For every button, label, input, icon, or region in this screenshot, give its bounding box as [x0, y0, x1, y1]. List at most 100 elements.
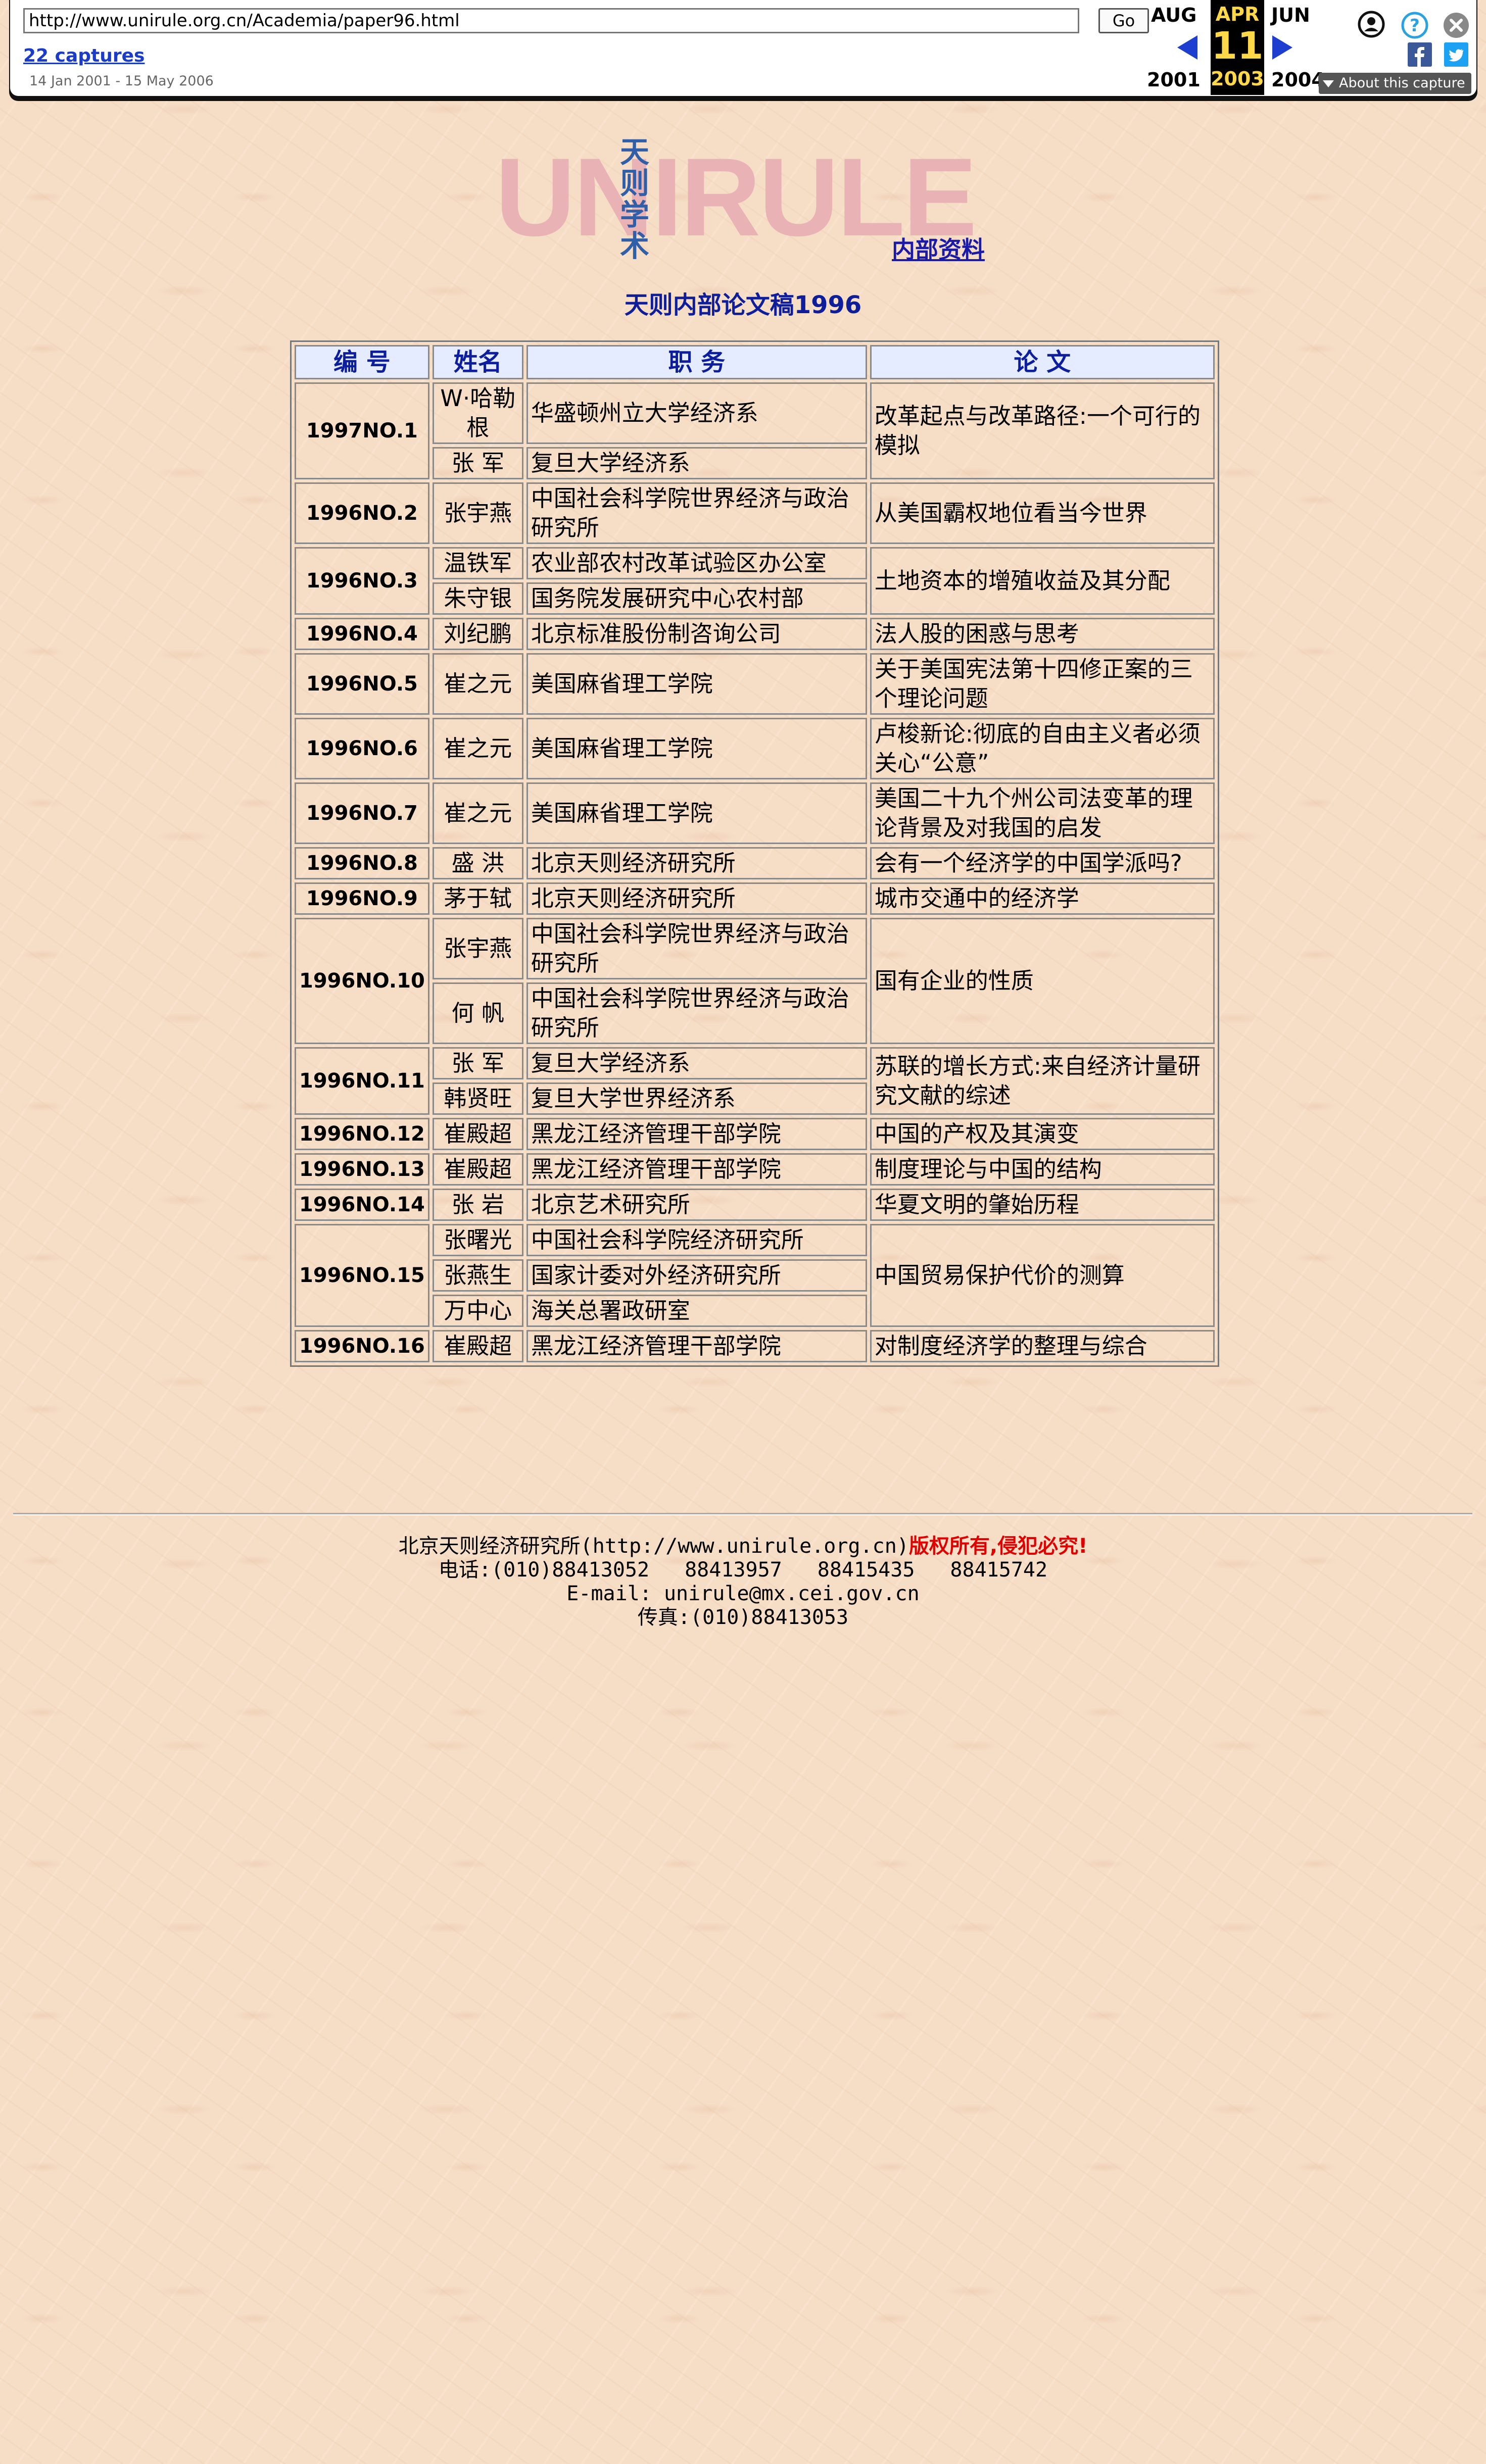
author-name: 崔殿超 [432, 1153, 523, 1186]
user-account-icon[interactable] [1357, 10, 1385, 38]
wayback-url-input[interactable] [23, 8, 1079, 33]
paper-number: 1996NO.3 [295, 547, 429, 615]
author-affiliation: 中国社会科学院经济研究所 [526, 1224, 867, 1256]
prev-year-label[interactable]: 2001 [1147, 69, 1201, 91]
author-name: 朱守银 [432, 582, 523, 615]
author-affiliation: 中国社会科学院世界经济与政治研究所 [526, 918, 867, 979]
table-row: 1996NO.5 崔之元 美国麻省理工学院 关于美国宪法第十四修正案的三个理论问题 [295, 653, 1215, 715]
author-name: 张宇燕 [432, 918, 523, 979]
twitter-share-icon[interactable] [1444, 42, 1468, 67]
header-affiliation: 职 务 [526, 345, 867, 379]
author-name: 温铁军 [432, 547, 523, 579]
chevron-down-icon [1323, 80, 1334, 87]
next-year-label[interactable]: 2004 [1271, 69, 1325, 91]
footer-phone: 88415742 [950, 1558, 1048, 1582]
author-affiliation: 北京天则经济研究所 [526, 847, 867, 879]
about-capture-label: About this capture [1339, 75, 1465, 91]
prev-month-label[interactable]: AUG [1151, 4, 1196, 26]
author-name: 崔之元 [432, 782, 523, 844]
author-name: 张燕生 [432, 1259, 523, 1292]
author-name: 何 帆 [432, 982, 523, 1044]
page-title: 天则内部论文稿1996 [624, 291, 862, 319]
footer-fax: 传真:(010)88413053 [637, 1606, 849, 1629]
facebook-share-icon[interactable] [1408, 42, 1432, 67]
author-name: 张 岩 [432, 1189, 523, 1221]
footer-phone: 88413957 [685, 1558, 782, 1582]
table-row: 1996NO.14 张 岩北京艺术研究所 华夏文明的肇始历程 [295, 1189, 1215, 1221]
next-month-label[interactable]: JUN [1271, 4, 1310, 26]
current-year: 2003 [1211, 68, 1264, 90]
footer-phone: 88415435 [817, 1558, 915, 1582]
close-icon[interactable] [1442, 11, 1470, 39]
author-affiliation: 黑龙江经济管理干部学院 [526, 1118, 867, 1150]
paper-title: 美国二十九个州公司法变革的理论背景及对我国的启发 [870, 782, 1215, 844]
paper-title: 中国的产权及其演变 [870, 1118, 1215, 1150]
paper-title: 会有一个经济学的中国学派吗? [870, 847, 1215, 879]
author-name: 崔之元 [432, 653, 523, 715]
paper-title: 从美国霸权地位看当今世界 [870, 482, 1215, 544]
paper-number: 1996NO.14 [295, 1189, 429, 1221]
paper-number: 1996NO.13 [295, 1153, 429, 1186]
paper-title: 苏联的增长方式:来自经济计量研究文献的综述 [870, 1047, 1215, 1115]
internal-materials-link[interactable]: 内部资料 [892, 231, 985, 265]
logo-char: 学 [619, 198, 649, 232]
paper-title: 关于美国宪法第十四修正案的三个理论问题 [870, 653, 1215, 715]
paper-title: 改革起点与改革路径:一个可行的模拟 [870, 382, 1215, 479]
author-affiliation: 北京艺术研究所 [526, 1189, 867, 1221]
paper-number: 1996NO.15 [295, 1224, 429, 1327]
logo-char: 则 [619, 166, 649, 201]
author-affiliation: 复旦大学经济系 [526, 1047, 867, 1079]
table-row: 1996NO.8 盛 洪北京天则经济研究所 会有一个经济学的中国学派吗? [295, 847, 1215, 879]
next-capture-arrow-icon[interactable] [1272, 35, 1292, 60]
paper-title: 华夏文明的肇始历程 [870, 1189, 1215, 1221]
paper-title: 土地资本的增殖收益及其分配 [870, 547, 1215, 615]
unirule-logo: UNIRULE 天 则 学 术 [495, 136, 977, 262]
table-row: 1996NO.6 崔之元 美国麻省理工学院 卢梭新论:彻底的自由主义者必须关心“公意” [295, 718, 1215, 779]
paper-title: 中国贸易保护代价的测算 [870, 1224, 1215, 1327]
footer-phone: (010)88413052 [491, 1558, 650, 1582]
paper-number: 1996NO.10 [295, 918, 429, 1044]
paper-number: 1996NO.7 [295, 782, 429, 844]
author-affiliation: 国家计委对外经济研究所 [526, 1259, 867, 1292]
logo-char: 术 [619, 229, 649, 263]
svg-text:?: ? [1410, 16, 1420, 36]
about-capture-button[interactable]: About this capture [1319, 73, 1471, 94]
logo-char: 天 [619, 135, 649, 169]
footer-email: E-mail: unirule@mx.cei.gov.cn [566, 1582, 920, 1605]
prev-capture-arrow-icon[interactable] [1177, 35, 1197, 60]
paper-title: 城市交通中的经济学 [870, 882, 1215, 915]
current-day: 11 [1211, 24, 1264, 68]
paper-title: 对制度经济学的整理与综合 [870, 1330, 1215, 1362]
table-row: 1996NO.9 茅于轼 北京天则经济研究所 城市交通中的经济学 [295, 882, 1215, 915]
logo-chinese-vertical: 天 则 学 术 [616, 136, 653, 262]
table-row: 1996NO.16 崔殿超 黑龙江经济管理干部学院 对制度经济学的整理与综合 [295, 1330, 1215, 1362]
author-name: 盛 洪 [432, 847, 523, 879]
author-name: W·哈勒根 [432, 382, 523, 444]
paper-number: 1996NO.4 [295, 618, 429, 650]
paper-title: 制度理论与中国的结构 [870, 1153, 1215, 1186]
paper-number: 1996NO.12 [295, 1118, 429, 1150]
table-row: 1996NO.10 张宇燕 中国社会科学院世界经济与政治研究所 国有企业的性质 [295, 918, 1215, 1044]
header-paper: 论 文 [870, 345, 1215, 379]
papers-table: 编 号 姓名 职 务 论 文 1997NO.1 W·哈勒根 华盛顿州立大学经济系 改革… [290, 340, 1219, 1367]
footer-phone-label: 电话: [438, 1558, 492, 1582]
capture-date-range: 14 Jan 2001 - 15 May 2006 [29, 73, 214, 89]
author-name: 茅于轼 [432, 882, 523, 915]
captures-link[interactable]: 22 captures [23, 45, 145, 66]
wayback-go-button[interactable]: Go [1098, 8, 1149, 33]
author-name: 崔殿超 [432, 1330, 523, 1362]
author-name: 张曙光 [432, 1224, 523, 1256]
table-row: 1996NO.7 崔之元 美国麻省理工学院 美国二十九个州公司法变革的理论背景及对我国… [295, 782, 1215, 844]
table-row: 1996NO.4 刘纪鹏 北京标准股份制咨询公司 法人股的困惑与思考 [295, 618, 1215, 650]
table-row: 1996NO.13 崔殿超 黑龙江经济管理干部学院 制度理论与中国的结构 [295, 1153, 1215, 1186]
author-affiliation: 美国麻省理工学院 [526, 782, 867, 844]
wayback-toolbar: Go 22 captures 14 Jan 2001 - 15 May 2006… [9, 0, 1477, 97]
table-row: 1996NO.2 张宇燕 中国社会科学院世界经济与政治研究所 从美国霸权地位看当今世界 [295, 482, 1215, 544]
paper-number: 1996NO.9 [295, 882, 429, 915]
paper-number: 1996NO.11 [295, 1047, 429, 1115]
footer-copyright-end: ! [1078, 1535, 1088, 1558]
help-icon[interactable]: ? [1401, 11, 1429, 39]
table-row: 1997NO.1 W·哈勒根 华盛顿州立大学经济系 改革起点与改革路径:一个可行的模拟 [295, 382, 1215, 479]
author-affiliation: 复旦大学世界经济系 [526, 1082, 867, 1115]
paper-number: 1996NO.6 [295, 718, 429, 779]
